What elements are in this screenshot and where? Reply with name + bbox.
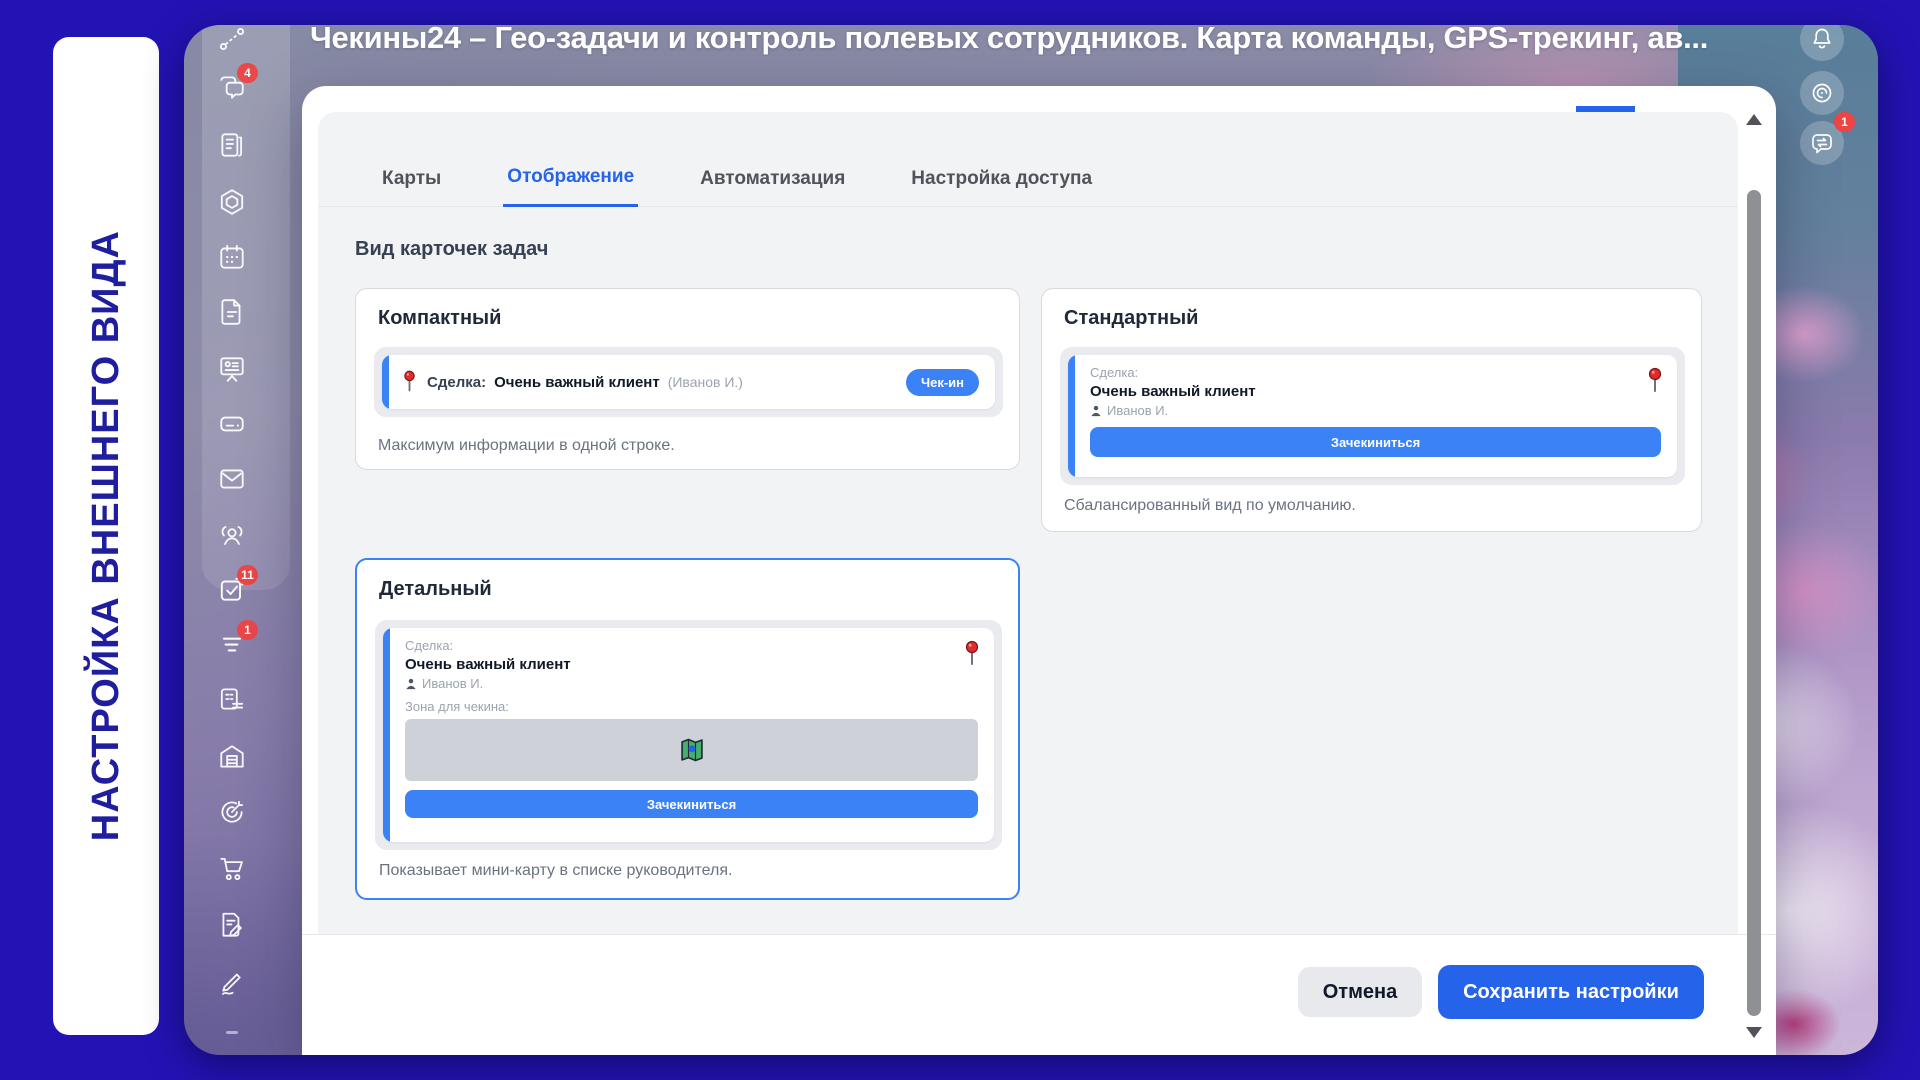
messages-badge: 1 xyxy=(1834,112,1855,132)
tab-bar: Карты Отображение Автоматизация Настройк… xyxy=(318,112,1738,207)
save-settings-button[interactable]: Сохранить настройки xyxy=(1438,965,1704,1019)
sample-preview: Сделка: Очень важный клиент Иванов И. Зо… xyxy=(375,620,1002,850)
task-card-preview: Сделка: Очень важный клиент Иванов И. За… xyxy=(1068,355,1677,477)
pin-icon xyxy=(1647,367,1663,395)
contract-icon[interactable] xyxy=(217,910,247,940)
person-icon xyxy=(1090,405,1102,417)
tab-access[interactable]: Настройка доступа xyxy=(907,168,1096,206)
scrollbar-up-arrow[interactable] xyxy=(1746,114,1762,125)
client-name: Очень важный клиент xyxy=(405,656,978,673)
person-icon xyxy=(405,678,417,690)
task-card-preview: Сделка: Очень важный клиент Иванов И. Зо… xyxy=(383,628,994,842)
copilot-button[interactable] xyxy=(1800,71,1844,115)
checkin-pill: Чек-ин xyxy=(906,369,979,396)
option-description: Показывает мини-карту в списке руководит… xyxy=(379,862,732,880)
assignee-name: Иванов И. xyxy=(422,676,483,691)
chats-icon[interactable]: 4 xyxy=(217,72,247,102)
footer-divider xyxy=(302,934,1776,935)
funnel-icon[interactable]: 1 xyxy=(217,629,247,659)
settings-modal: Карты Отображение Автоматизация Настройк… xyxy=(302,86,1776,1055)
deal-label: Сделка: xyxy=(427,374,486,391)
checkin-button-preview: Зачекиниться xyxy=(405,790,978,818)
messages-button[interactable]: 1 xyxy=(1800,121,1844,165)
sign-icon[interactable] xyxy=(217,966,247,996)
option-title: Детальный xyxy=(379,578,492,601)
pin-icon xyxy=(964,640,980,668)
option-card-compact[interactable]: Компактный Сделка: Очень важный клиент (… xyxy=(355,288,1020,470)
task-card-preview: Сделка: Очень важный клиент (Иванов И.) … xyxy=(382,355,995,409)
tab-maps[interactable]: Карты xyxy=(378,168,445,206)
team-icon[interactable] xyxy=(217,521,247,551)
option-title: Компактный xyxy=(378,307,501,330)
deal-label: Сделка: xyxy=(405,638,978,653)
option-title: Стандартный xyxy=(1064,307,1198,330)
payments-icon[interactable] xyxy=(217,409,247,439)
option-card-detailed[interactable]: Детальный Сделка: Очень важный клиент Ив… xyxy=(355,558,1020,900)
section-title: Вид карточек задач xyxy=(355,238,548,261)
checkin-button-preview: Зачекиниться xyxy=(1090,427,1661,457)
side-banner: НАСТРОЙКА ВНЕШНЕГО ВИДА xyxy=(53,37,159,1035)
client-name: Очень важный клиент xyxy=(494,374,660,391)
zone-label: Зона для чекина: xyxy=(405,699,978,714)
sample-preview: Сделка: Очень важный клиент (Иванов И.) … xyxy=(374,347,1003,417)
mini-map-placeholder xyxy=(405,719,978,781)
sample-preview: Сделка: Очень важный клиент Иванов И. За… xyxy=(1060,347,1685,485)
assignee-name: (Иванов И.) xyxy=(668,374,743,390)
tasks-badge: 11 xyxy=(237,565,258,585)
tasks-icon[interactable]: 11 xyxy=(217,574,247,604)
assignee-row: Иванов И. xyxy=(1090,403,1661,418)
option-description: Максимум информации в одной строке. xyxy=(378,437,675,455)
option-description: Сбалансированный вид по умолчанию. xyxy=(1064,497,1356,515)
sidebar-collapse-handle[interactable] xyxy=(226,1031,238,1034)
scrollbar-thumb[interactable] xyxy=(1747,190,1761,1016)
scrollbar-down-arrow[interactable] xyxy=(1746,1027,1762,1038)
calendar-icon[interactable] xyxy=(217,242,247,272)
presentation-icon[interactable] xyxy=(217,354,247,384)
cancel-button[interactable]: Отмена xyxy=(1298,967,1422,1017)
goals-icon[interactable] xyxy=(217,797,247,827)
chats-badge: 4 xyxy=(237,63,258,83)
deal-label: Сделка: xyxy=(1090,365,1661,380)
client-name: Очень важный клиент xyxy=(1090,383,1661,400)
warehouse-icon[interactable] xyxy=(217,742,247,772)
funnel-badge: 1 xyxy=(237,620,258,640)
side-banner-text: НАСТРОЙКА ВНЕШНЕГО ВИДА xyxy=(85,230,128,841)
mail-icon[interactable] xyxy=(217,464,247,494)
map-icon xyxy=(678,736,706,764)
documents-icon[interactable] xyxy=(217,297,247,327)
tab-display[interactable]: Отображение xyxy=(503,166,638,207)
app-window: 4 11 1 xyxy=(184,25,1878,1055)
pin-icon xyxy=(402,369,417,395)
option-card-standard[interactable]: Стандартный Сделка: Очень важный клиент … xyxy=(1041,288,1702,532)
news-icon[interactable] xyxy=(217,130,247,160)
assignee-row: Иванов И. xyxy=(405,676,978,691)
settings-panel: Карты Отображение Автоматизация Настройк… xyxy=(318,112,1738,935)
plan-icon[interactable] xyxy=(217,684,247,714)
crm-icon[interactable] xyxy=(217,187,247,217)
screen: { "app": { "title": "Чекины24 – Гео-зада… xyxy=(0,0,1920,1080)
page-title: Чекины24 – Гео-задачи и контроль полевых… xyxy=(310,25,1730,56)
route-icon[interactable] xyxy=(217,25,247,54)
tab-automation[interactable]: Автоматизация xyxy=(696,168,849,206)
shop-icon[interactable] xyxy=(217,853,247,883)
assignee-name: Иванов И. xyxy=(1107,403,1168,418)
